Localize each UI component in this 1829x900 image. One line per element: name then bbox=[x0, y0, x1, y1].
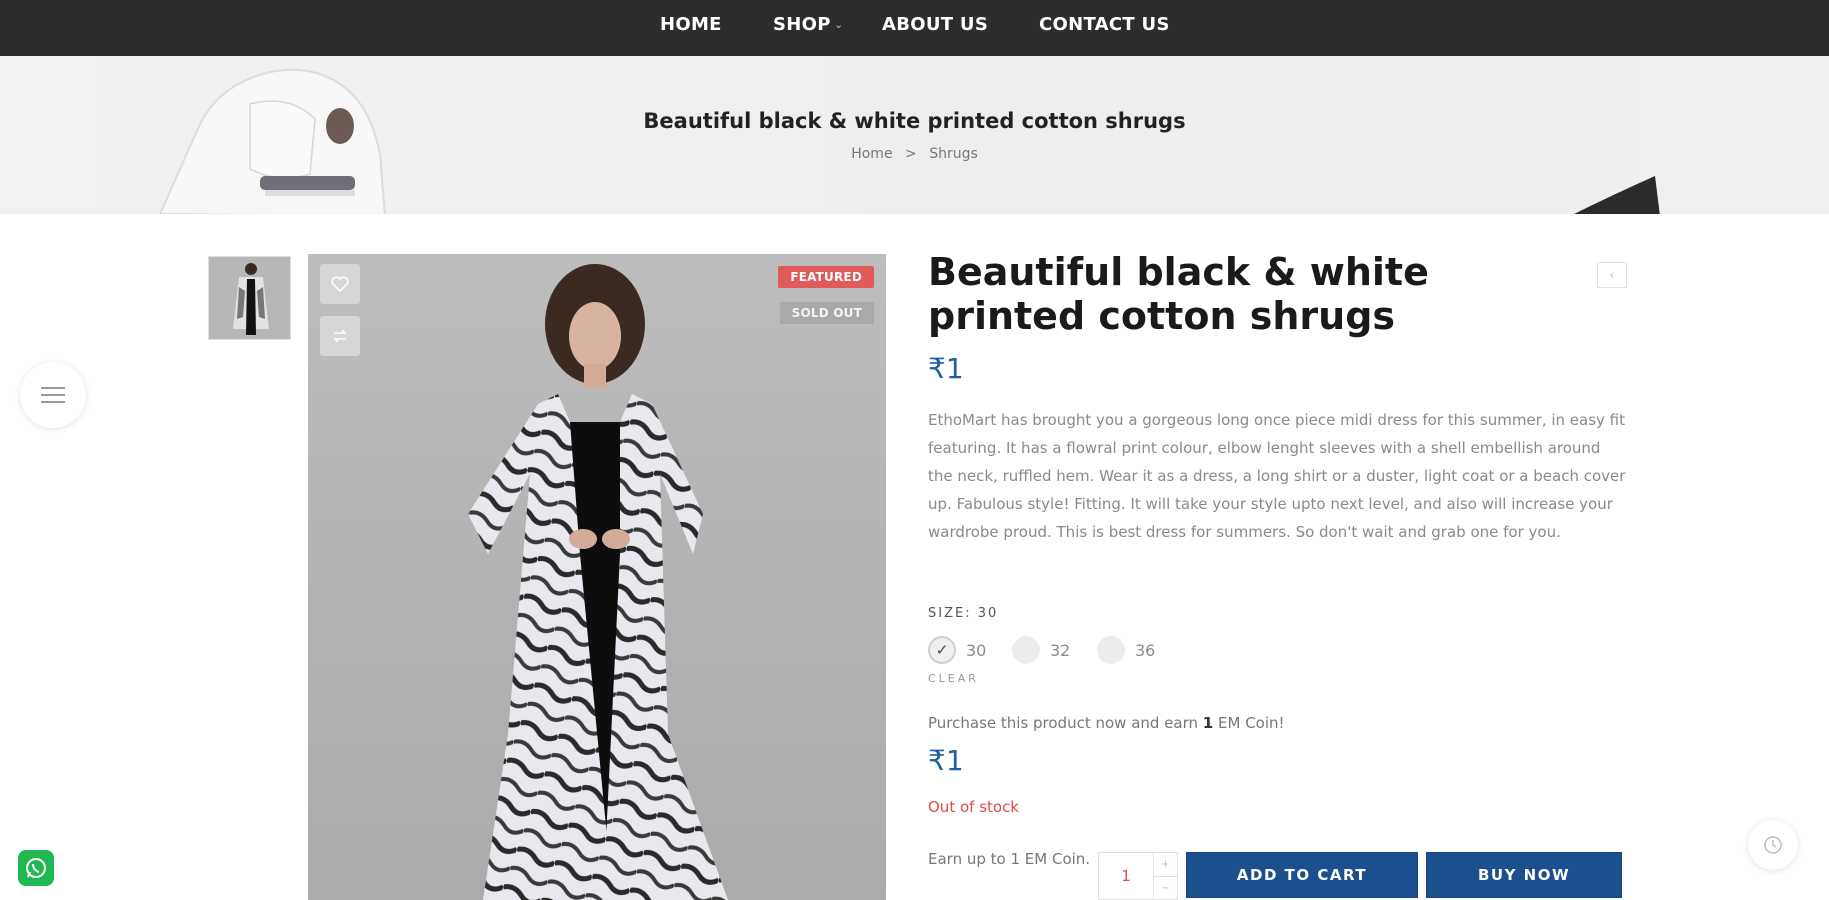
nav-home[interactable]: HOME bbox=[660, 14, 722, 35]
featured-badge: FEATURED bbox=[778, 266, 874, 288]
top-navigation: HOME SHOP ⌄ ABOUT US CONTACT US bbox=[0, 0, 1829, 56]
size-option-label: 36 bbox=[1135, 640, 1156, 660]
quantity-stepper: + − bbox=[1098, 852, 1178, 900]
size-option-label: 30 bbox=[966, 640, 987, 660]
thumbnail-image bbox=[209, 257, 290, 339]
hamburger-icon bbox=[41, 387, 65, 403]
breadcrumb-current[interactable]: Shrugs bbox=[929, 146, 978, 162]
breadcrumb-home[interactable]: Home bbox=[851, 146, 892, 162]
whatsapp-icon bbox=[26, 858, 46, 878]
whatsapp-button[interactable] bbox=[18, 850, 54, 886]
quantity-decrease-button[interactable]: − bbox=[1153, 876, 1177, 899]
chevron-left-icon: ‹ bbox=[1609, 268, 1615, 282]
history-icon bbox=[1764, 836, 1782, 854]
clear-selection-link[interactable]: CLEAR bbox=[928, 672, 979, 685]
quantity-input[interactable] bbox=[1099, 853, 1153, 899]
nav-about-us[interactable]: ABOUT US bbox=[882, 14, 988, 35]
size-option-32[interactable]: 32 bbox=[1012, 636, 1070, 664]
breadcrumb-separator: > bbox=[905, 146, 917, 162]
earn-coins-message: Purchase this product now and earn 1 EM … bbox=[928, 714, 1285, 732]
nav-shop[interactable]: SHOP bbox=[773, 14, 831, 35]
chevron-down-icon: ⌄ bbox=[834, 18, 844, 31]
banner-clothing-image bbox=[158, 68, 386, 214]
banner-decoration bbox=[1574, 176, 1660, 214]
compare-button[interactable] bbox=[320, 316, 360, 356]
breadcrumb: Home > Shrugs bbox=[0, 146, 1829, 162]
banner-title: Beautiful black & white printed cotton s… bbox=[643, 109, 1186, 133]
quantity-increase-button[interactable]: + bbox=[1153, 853, 1177, 876]
wishlist-button[interactable] bbox=[320, 264, 360, 304]
radio-circle bbox=[1097, 636, 1125, 664]
product-description: EthoMart has brought you a gorgeous long… bbox=[928, 411, 1626, 541]
add-to-cart-button[interactable]: ADD TO CART bbox=[1186, 852, 1418, 898]
product-main-image[interactable]: FEATURED SOLD OUT bbox=[308, 254, 886, 900]
earn-up-to-message: Earn up to 1 EM Coin. bbox=[928, 850, 1091, 868]
buy-now-button[interactable]: BUY NOW bbox=[1426, 852, 1622, 898]
size-option-label: 32 bbox=[1050, 640, 1071, 660]
size-label: SIZE: 30 bbox=[928, 606, 999, 621]
compare-icon bbox=[333, 329, 347, 343]
check-icon: ✓ bbox=[928, 636, 956, 664]
heart-icon bbox=[331, 276, 349, 292]
stock-status: Out of stock bbox=[928, 798, 1019, 816]
sold-out-badge: SOLD OUT bbox=[779, 302, 874, 324]
recently-viewed-button[interactable] bbox=[1748, 820, 1798, 870]
page-banner: Beautiful black & white printed cotton s… bbox=[0, 56, 1829, 214]
product-title: Beautiful black & white printed cotton s… bbox=[928, 250, 1429, 338]
size-option-30[interactable]: ✓ 30 bbox=[928, 636, 986, 664]
model-illustration bbox=[468, 264, 728, 900]
side-menu-button[interactable] bbox=[20, 362, 86, 428]
product-thumbnail[interactable] bbox=[208, 256, 291, 340]
nav-contact-us[interactable]: CONTACT US bbox=[1039, 14, 1170, 35]
radio-circle bbox=[1012, 636, 1040, 664]
previous-product-button[interactable]: ‹ bbox=[1597, 262, 1627, 288]
variant-price: ₹1 bbox=[928, 744, 964, 777]
size-option-36[interactable]: 36 bbox=[1097, 636, 1155, 664]
product-price: ₹1 bbox=[928, 352, 964, 385]
